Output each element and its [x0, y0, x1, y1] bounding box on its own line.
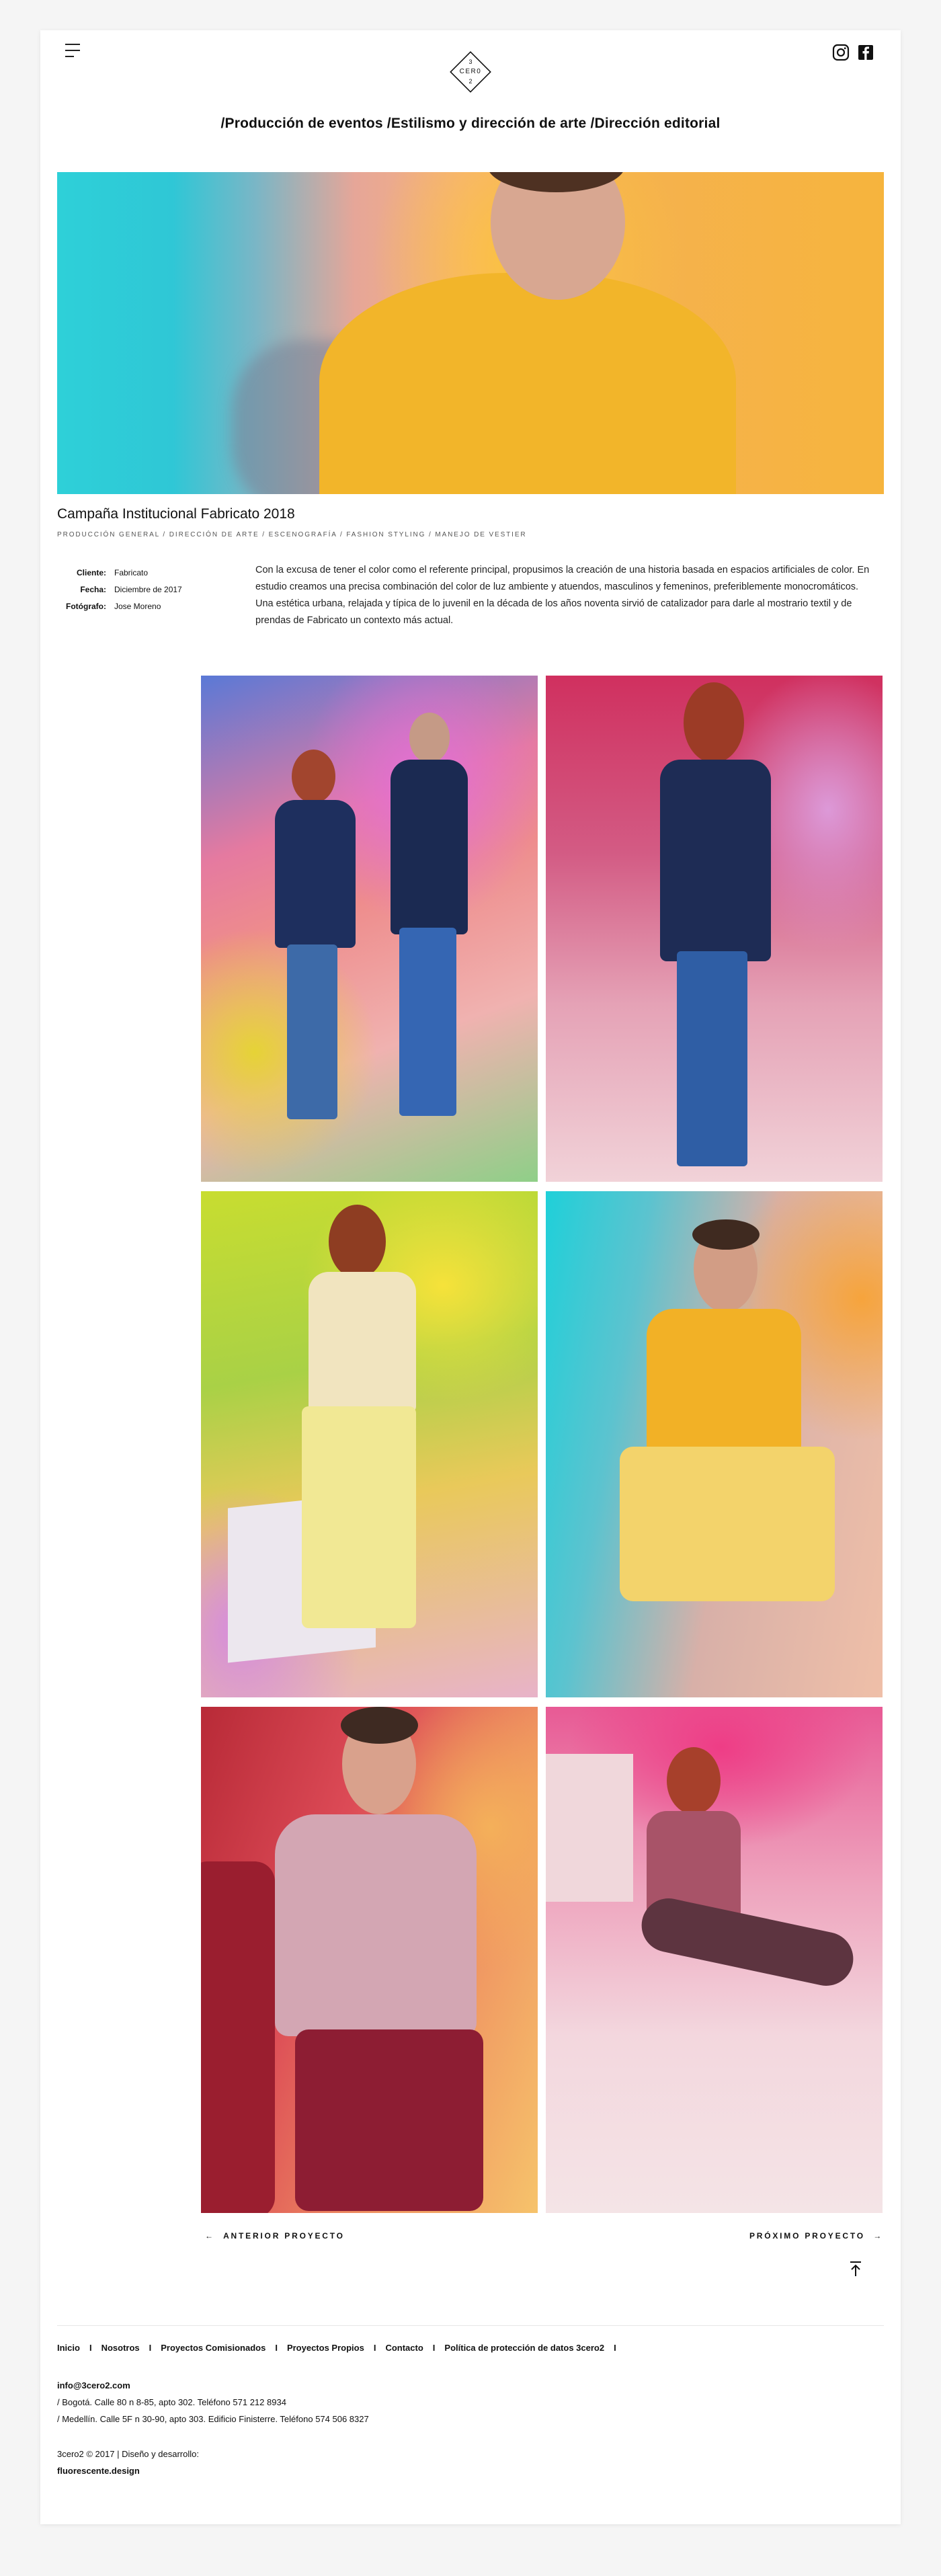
next-project-label: PRÓXIMO PROYECTO	[749, 2231, 865, 2241]
arrow-left-icon: ←	[205, 2231, 215, 2241]
project-title: Campaña Institucional Fabricato 2018	[57, 506, 295, 522]
footer-separator: I	[373, 2343, 376, 2353]
page-card: 3 CER0 2 /Producción de eventos /Estilis…	[40, 30, 901, 2524]
service-nav[interactable]: /Producción de eventos /Estilismo y dire…	[40, 116, 901, 132]
project-tags: PRODUCCIÓN GENERAL / DIRECCIÓN DE ARTE /…	[57, 531, 527, 538]
arrow-right-icon: →	[873, 2231, 883, 2241]
footer-address-medellin: / Medellín. Calle 5F n 30-90, apto 303. …	[57, 2414, 369, 2424]
meta-row-client: Cliente: Fabricato	[57, 565, 222, 581]
footer-separator: I	[149, 2343, 152, 2353]
project-meta: Cliente: Fabricato Fecha: Diciembre de 2…	[57, 565, 222, 615]
model-figure	[382, 713, 477, 1143]
footer-email[interactable]: info@3cero2.com	[57, 2377, 130, 2394]
gallery-photo-6[interactable]	[546, 1707, 883, 2213]
footer-link-inicio[interactable]: Inicio	[57, 2343, 80, 2353]
model-figure	[593, 1219, 848, 1695]
model-figure	[268, 750, 362, 1126]
model-figure	[647, 682, 781, 1180]
logo-bottom-digit: 2	[468, 78, 473, 85]
footer-link-proyectos-comisionados[interactable]: Proyectos Comisionados	[161, 2343, 265, 2353]
model-figure	[282, 1205, 443, 1675]
gallery-photo-5[interactable]	[201, 1707, 538, 2213]
gallery-photo-2[interactable]	[546, 676, 883, 1182]
footer-address-bogota: / Bogotá. Calle 80 n 8-85, apto 302. Tel…	[57, 2397, 286, 2407]
footer-link-proyectos-propios[interactable]: Proyectos Propios	[287, 2343, 364, 2353]
meta-row-date: Fecha: Diciembre de 2017	[57, 581, 222, 598]
meta-row-photographer: Fotógrafo: Jose Moreno	[57, 598, 222, 615]
gallery-photo-4[interactable]	[546, 1191, 883, 1697]
footer-copyright: 3cero2 © 2017 | Diseño y desarrollo:	[57, 2449, 199, 2459]
footer-developer-link[interactable]: fluorescente.design	[57, 2462, 140, 2479]
meta-value: Diciembre de 2017	[114, 585, 182, 594]
logo-word: CER0	[459, 68, 482, 75]
footer-separator: I	[89, 2343, 92, 2353]
model-figure	[248, 1707, 503, 2213]
logo[interactable]: 3 CER0 2	[446, 48, 495, 96]
previous-project-link[interactable]: ← ANTERIOR PROYECTO	[205, 2231, 345, 2241]
footer-separator: I	[614, 2343, 616, 2353]
footer-nav: Inicio I Nosotros I Proyectos Comisionad…	[57, 2343, 626, 2353]
gallery-photo-3[interactable]	[201, 1191, 538, 1697]
meta-key: Fotógrafo:	[66, 602, 106, 611]
footer-link-nosotros[interactable]: Nosotros	[101, 2343, 140, 2353]
back-to-top-icon[interactable]	[847, 2260, 864, 2278]
logo-top-digit: 3	[468, 58, 473, 65]
footer-separator: I	[432, 2343, 436, 2353]
meta-value: Jose Moreno	[114, 602, 161, 611]
facebook-icon[interactable]	[857, 44, 874, 61]
footer-separator: I	[275, 2343, 278, 2353]
footer-link-politica[interactable]: Política de protección de datos 3cero2	[444, 2343, 604, 2353]
meta-key: Cliente:	[76, 568, 106, 577]
gallery-photo-1[interactable]	[201, 676, 538, 1182]
instagram-icon[interactable]	[832, 44, 850, 61]
hero-image	[57, 172, 884, 494]
next-project-link[interactable]: PRÓXIMO PROYECTO →	[749, 2231, 883, 2241]
meta-value: Fabricato	[114, 568, 149, 577]
menu-icon[interactable]	[65, 44, 81, 58]
meta-key: Fecha:	[80, 585, 106, 594]
model-figure	[600, 1747, 868, 2124]
footer-divider	[57, 2325, 884, 2326]
previous-project-label: ANTERIOR PROYECTO	[223, 2231, 345, 2241]
footer-link-contacto[interactable]: Contacto	[385, 2343, 423, 2353]
project-description: Con la excusa de tener el color como el …	[255, 565, 870, 626]
